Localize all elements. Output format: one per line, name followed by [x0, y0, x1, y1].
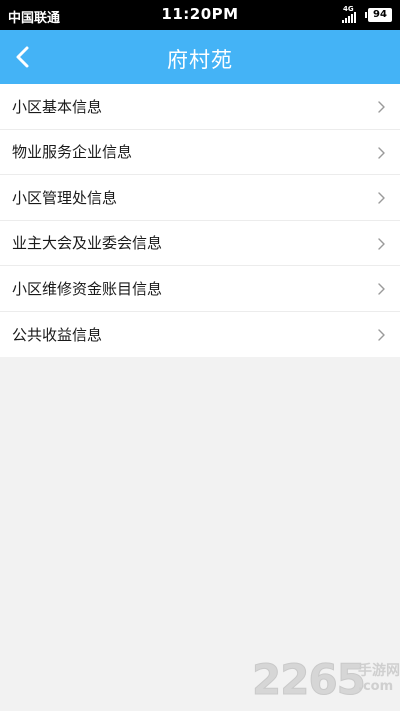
- watermark-logo: 2265 手游网 .com: [252, 655, 400, 705]
- menu-item-basic-info[interactable]: 小区基本信息: [0, 84, 400, 130]
- battery-icon: 94: [365, 8, 392, 22]
- menu-item-label: 小区管理处信息: [12, 188, 118, 207]
- menu-item-label: 小区维修资金账目信息: [12, 279, 163, 298]
- menu-item-label: 公共收益信息: [12, 325, 103, 344]
- chevron-right-icon: [378, 237, 385, 250]
- chevron-right-icon: [378, 283, 385, 295]
- watermark-text: 手游网: [358, 663, 400, 679]
- menu-item-public-revenue[interactable]: 公共收益信息: [0, 312, 400, 358]
- chevron-right-icon: [378, 101, 385, 113]
- chevron-right-icon: [378, 192, 385, 204]
- watermark-digits: 2265: [252, 655, 367, 705]
- chevron-right-icon: [378, 146, 385, 159]
- menu-item-label: 小区基本信息: [12, 97, 103, 116]
- menu-item-owners-committee[interactable]: 业主大会及业委会信息: [0, 221, 400, 266]
- nav-bar: 府村苑: [0, 30, 400, 84]
- status-time: 11:20PM: [161, 5, 239, 23]
- menu-item-property-company[interactable]: 物业服务企业信息: [0, 130, 400, 175]
- chevron-right-icon: [378, 328, 385, 341]
- menu-item-management-office[interactable]: 小区管理处信息: [0, 175, 400, 221]
- page-title: 府村苑: [167, 48, 233, 72]
- menu-item-maintenance-fund[interactable]: 小区维修资金账目信息: [0, 266, 400, 312]
- menu-item-label: 物业服务企业信息: [12, 143, 133, 162]
- watermark-domain: .com: [358, 679, 394, 694]
- status-bar: 中国联通 11:20PM 4G 94: [0, 0, 400, 30]
- menu-item-label: 业主大会及业委会信息: [12, 234, 163, 253]
- menu-list: 小区基本信息 物业服务企业信息 小区管理处信息 业主大会及业委会信息 小区维修资…: [0, 84, 400, 357]
- signal-icon: [342, 12, 356, 23]
